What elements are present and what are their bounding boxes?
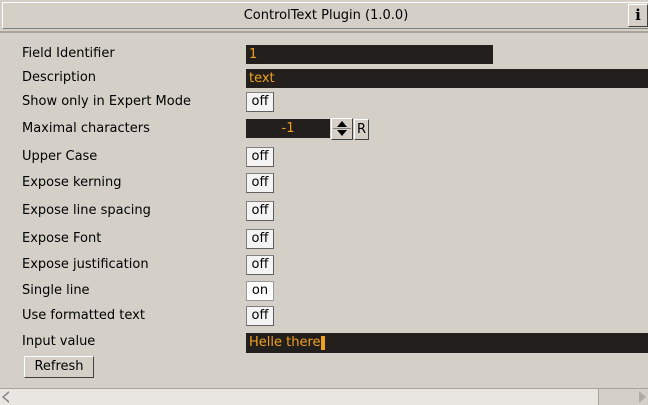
window-title: ControlText Plugin (1.0.0) [243, 8, 409, 23]
scroll-right-icon [639, 391, 646, 403]
expose-kerning-toggle[interactable]: off [246, 173, 274, 193]
max-chars-spinner[interactable] [331, 118, 353, 140]
field-identifier-input[interactable]: 1 [246, 45, 493, 64]
expert-mode-label: Show only in Expert Mode [22, 94, 191, 109]
spin-down-icon[interactable] [337, 130, 347, 136]
input-value-label: Input value [22, 334, 96, 349]
expose-line-spacing-label: Expose line spacing [22, 203, 151, 218]
expose-kerning-label: Expose kerning [22, 175, 122, 190]
input-value-field[interactable]: Helle there [246, 333, 648, 353]
description-label: Description [22, 70, 97, 85]
expose-justification-toggle[interactable]: off [246, 255, 274, 275]
upper-case-label: Upper Case [22, 149, 98, 164]
scroll-right-button[interactable] [598, 389, 648, 405]
horizontal-scrollbar[interactable] [0, 388, 648, 405]
spin-up-icon[interactable] [337, 121, 347, 127]
single-line-label: Single line [22, 283, 90, 298]
expose-font-toggle[interactable]: off [246, 229, 274, 249]
title-bar: ControlText Plugin (1.0.0) i [2, 2, 648, 29]
spin-divider [333, 128, 351, 129]
expose-line-spacing-toggle[interactable]: off [246, 201, 274, 221]
scroll-left-icon-inner [4, 393, 9, 401]
field-identifier-label: Field Identifier [22, 46, 115, 61]
info-icon[interactable]: i [628, 4, 648, 27]
text-cursor [320, 335, 325, 350]
single-line-toggle[interactable]: on [246, 281, 274, 301]
expose-justification-label: Expose justification [22, 257, 149, 272]
description-input[interactable]: text [246, 69, 648, 88]
formatted-text-label: Use formatted text [22, 308, 145, 323]
divider [0, 31, 648, 33]
refresh-button[interactable]: Refresh [24, 356, 94, 378]
max-chars-input[interactable]: -1 [246, 119, 330, 138]
expert-mode-toggle[interactable]: off [246, 92, 274, 112]
upper-case-toggle[interactable]: off [246, 147, 274, 167]
max-chars-label: Maximal characters [22, 121, 150, 136]
max-chars-reset-button[interactable]: R [354, 119, 369, 140]
expose-font-label: Expose Font [22, 231, 102, 246]
formatted-text-toggle[interactable]: off [246, 306, 274, 326]
input-value-text: Helle there [249, 335, 321, 350]
plugin-panel: ControlText Plugin (1.0.0) i Field Ident… [0, 0, 648, 405]
